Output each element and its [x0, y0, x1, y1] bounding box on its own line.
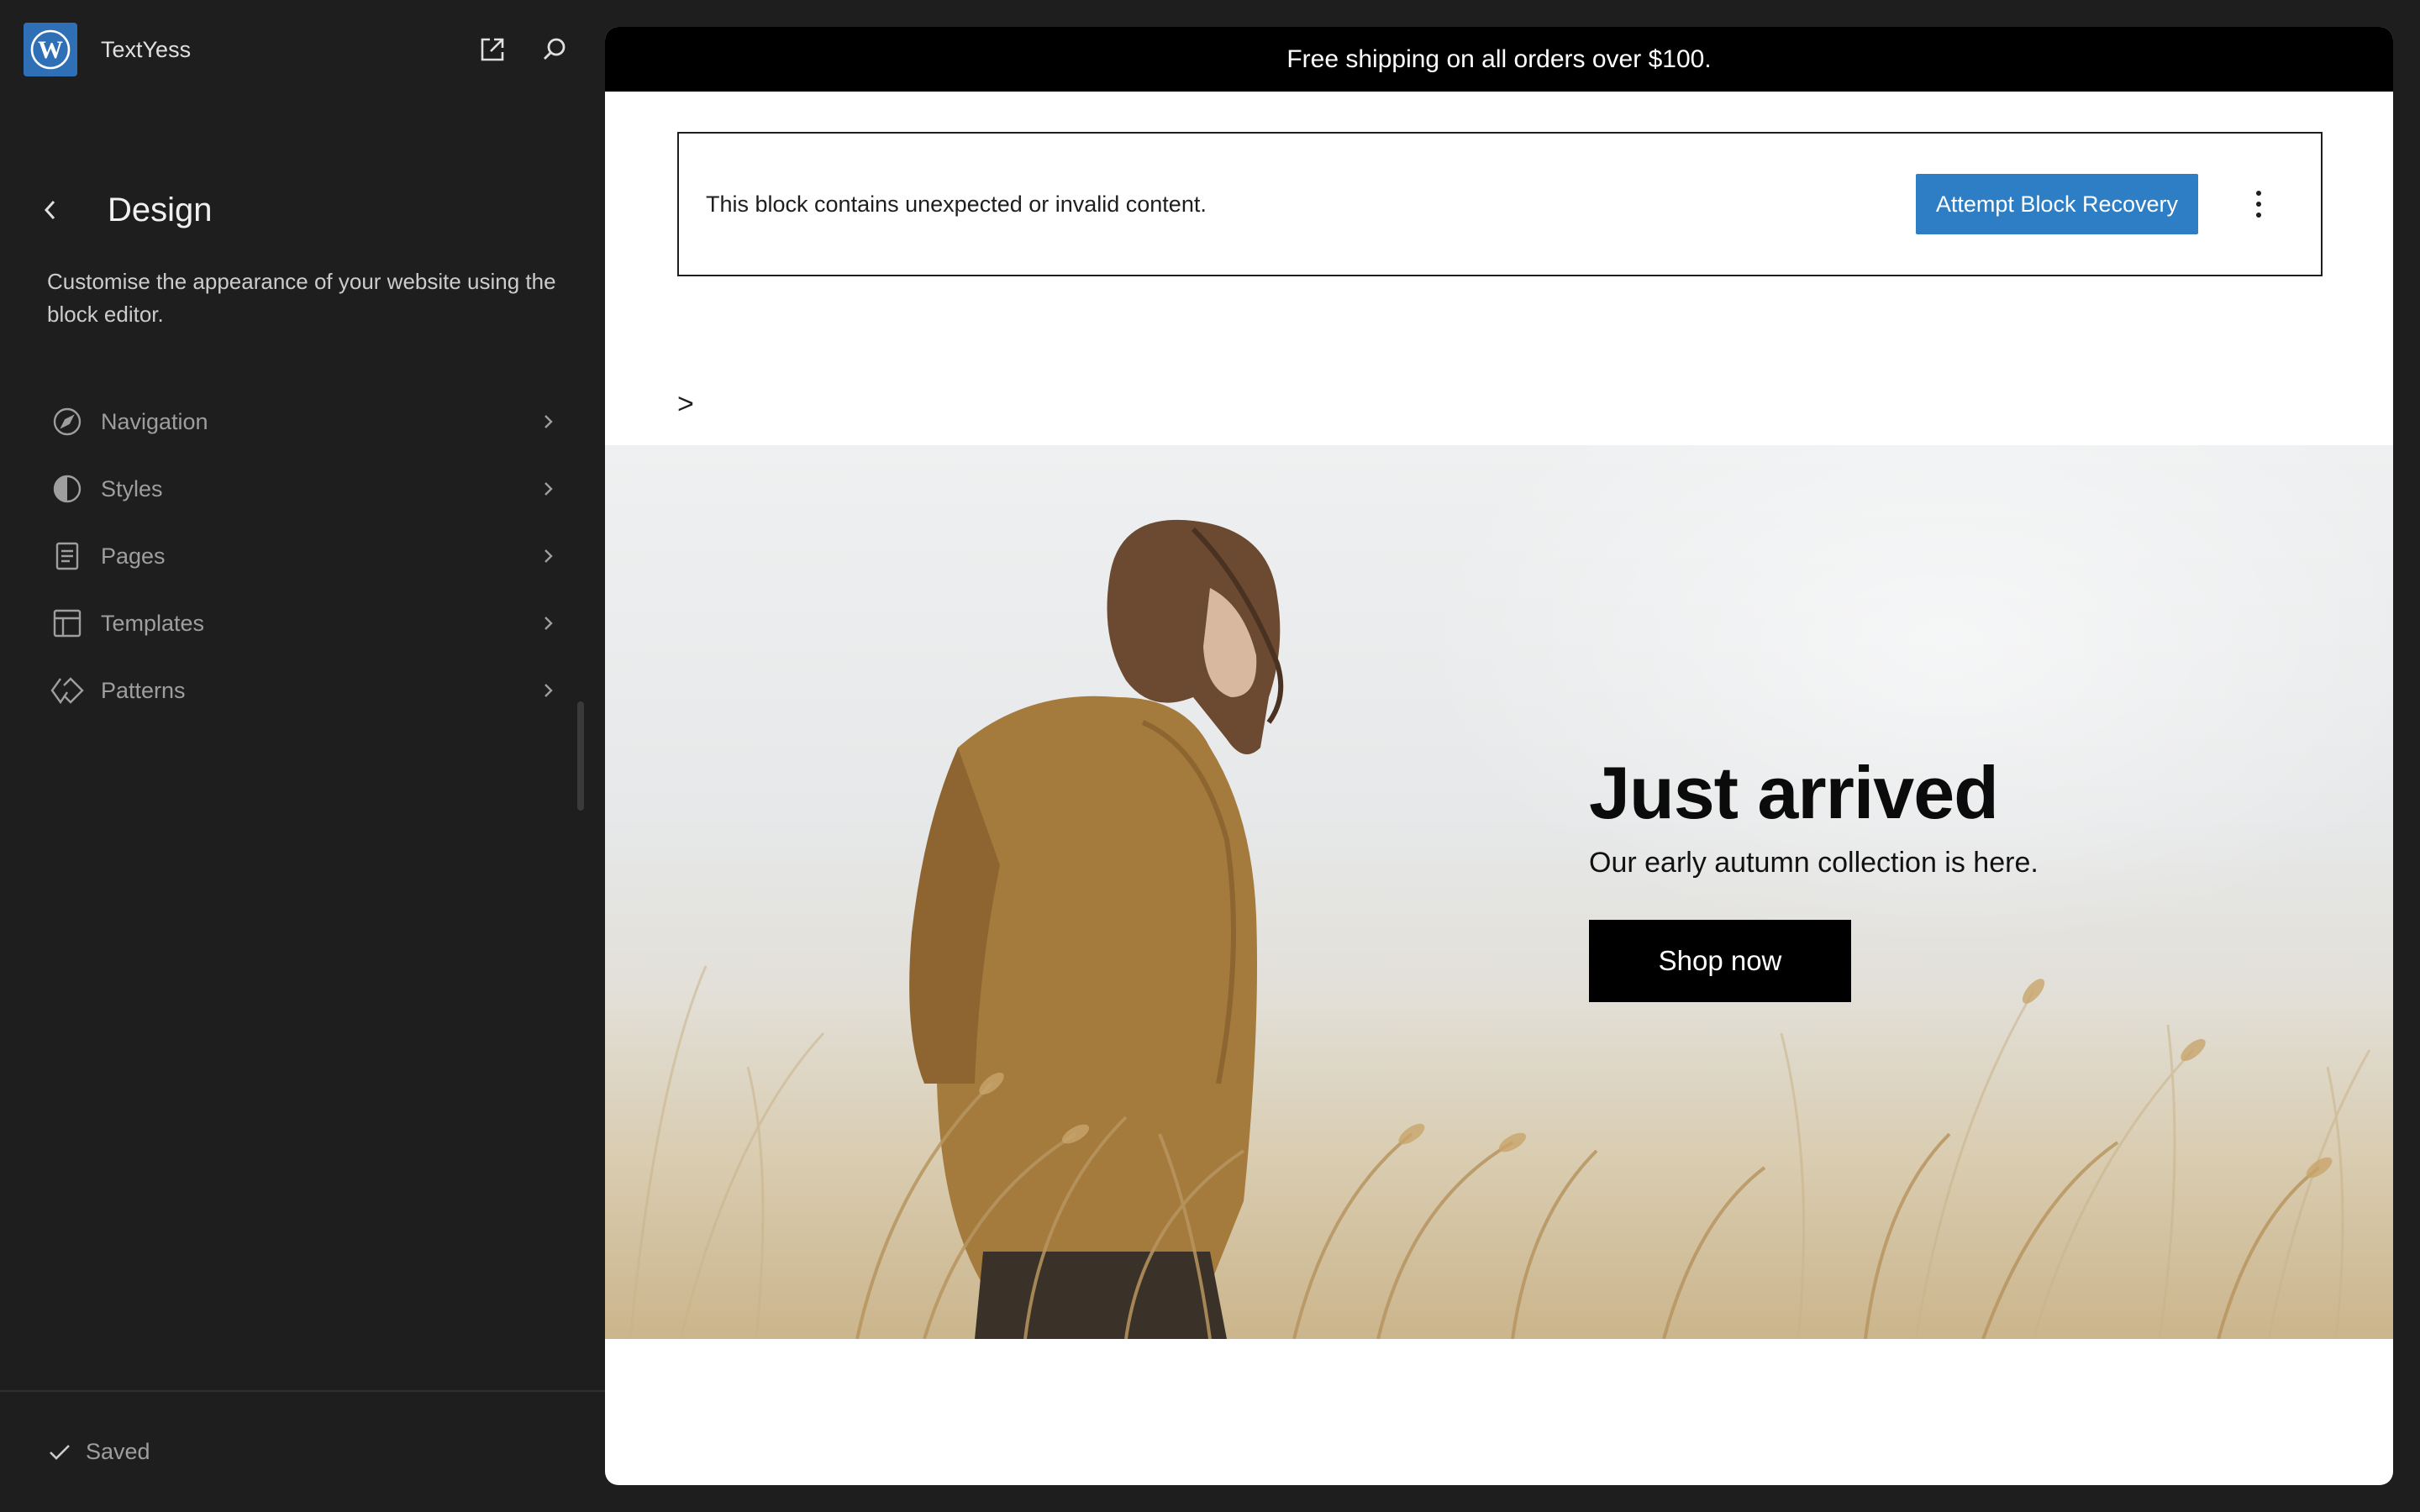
menu-item-label: Pages	[101, 543, 166, 569]
chevron-right-icon	[534, 475, 561, 502]
save-status: Saved	[47, 1439, 150, 1465]
site-editor-sidebar: W TextYess Design Customise the appearan…	[0, 0, 605, 1512]
panel-header: Design	[34, 186, 213, 234]
menu-item-label: Patterns	[101, 677, 186, 703]
menu-item-templates[interactable]: Templates	[34, 590, 571, 657]
menu-item-label: Templates	[101, 610, 205, 636]
chevron-right-icon	[534, 408, 561, 435]
svg-text:W: W	[38, 36, 63, 64]
chevron-right-icon	[534, 677, 561, 704]
menu-item-label: Styles	[101, 475, 163, 501]
menu-item-styles[interactable]: Styles	[34, 455, 571, 522]
attempt-block-recovery-button[interactable]: Attempt Block Recovery	[1915, 174, 2198, 234]
wordpress-logo-icon[interactable]: W	[24, 23, 77, 76]
symbol-diamond-icon	[50, 674, 84, 707]
search-icon[interactable]	[531, 26, 578, 73]
chevron-right-icon	[534, 610, 561, 637]
stray-text-block[interactable]: >	[677, 388, 694, 421]
sidebar-scrollbar[interactable]	[577, 701, 584, 811]
check-icon	[50, 1444, 70, 1460]
hero-cover-block[interactable]: Just arrived Our early autumn collection…	[605, 445, 2393, 1339]
back-button[interactable]	[34, 186, 67, 234]
invalid-block-message: This block contains unexpected or invali…	[706, 191, 1207, 217]
chevron-right-icon	[534, 543, 561, 570]
chevron-left-icon	[44, 200, 55, 220]
sidebar-footer: Saved	[0, 1390, 605, 1512]
layout-icon	[50, 606, 84, 640]
invalid-block-warning[interactable]: This block contains unexpected or invali…	[677, 132, 2323, 276]
menu-item-navigation[interactable]: Navigation	[34, 388, 571, 455]
site-title[interactable]: TextYess	[101, 37, 454, 63]
panel-title: Design	[108, 191, 213, 228]
more-options-icon[interactable]	[2235, 174, 2282, 234]
menu-item-pages[interactable]: Pages	[34, 522, 571, 590]
shop-now-button[interactable]: Shop now	[1589, 920, 1851, 1002]
site-header: W TextYess	[24, 23, 578, 76]
menu-item-label: Navigation	[101, 408, 208, 434]
design-menu: Navigation Styles Pages Templates Patter…	[34, 388, 571, 724]
shop-now-label: Shop now	[1658, 945, 1782, 976]
hero-subheading[interactable]: Our early autumn collection is here.	[1589, 847, 2177, 879]
panel-description: Customise the appearance of your website…	[47, 269, 556, 327]
hero-heading[interactable]: Just arrived	[1589, 751, 2177, 835]
promo-text: Free shipping on all orders over $100.	[1286, 45, 1712, 73]
navigation-compass-icon	[50, 405, 84, 438]
save-status-label: Saved	[86, 1439, 150, 1464]
promo-banner[interactable]: Free shipping on all orders over $100.	[605, 27, 2393, 92]
menu-item-patterns[interactable]: Patterns	[34, 657, 571, 724]
external-link-icon[interactable]	[469, 26, 516, 73]
hero-content: Just arrived Our early autumn collection…	[1589, 751, 2177, 1002]
editor-canvas[interactable]: Free shipping on all orders over $100. T…	[605, 27, 2393, 1485]
page-icon	[50, 539, 84, 573]
styles-half-circle-icon	[50, 472, 84, 506]
